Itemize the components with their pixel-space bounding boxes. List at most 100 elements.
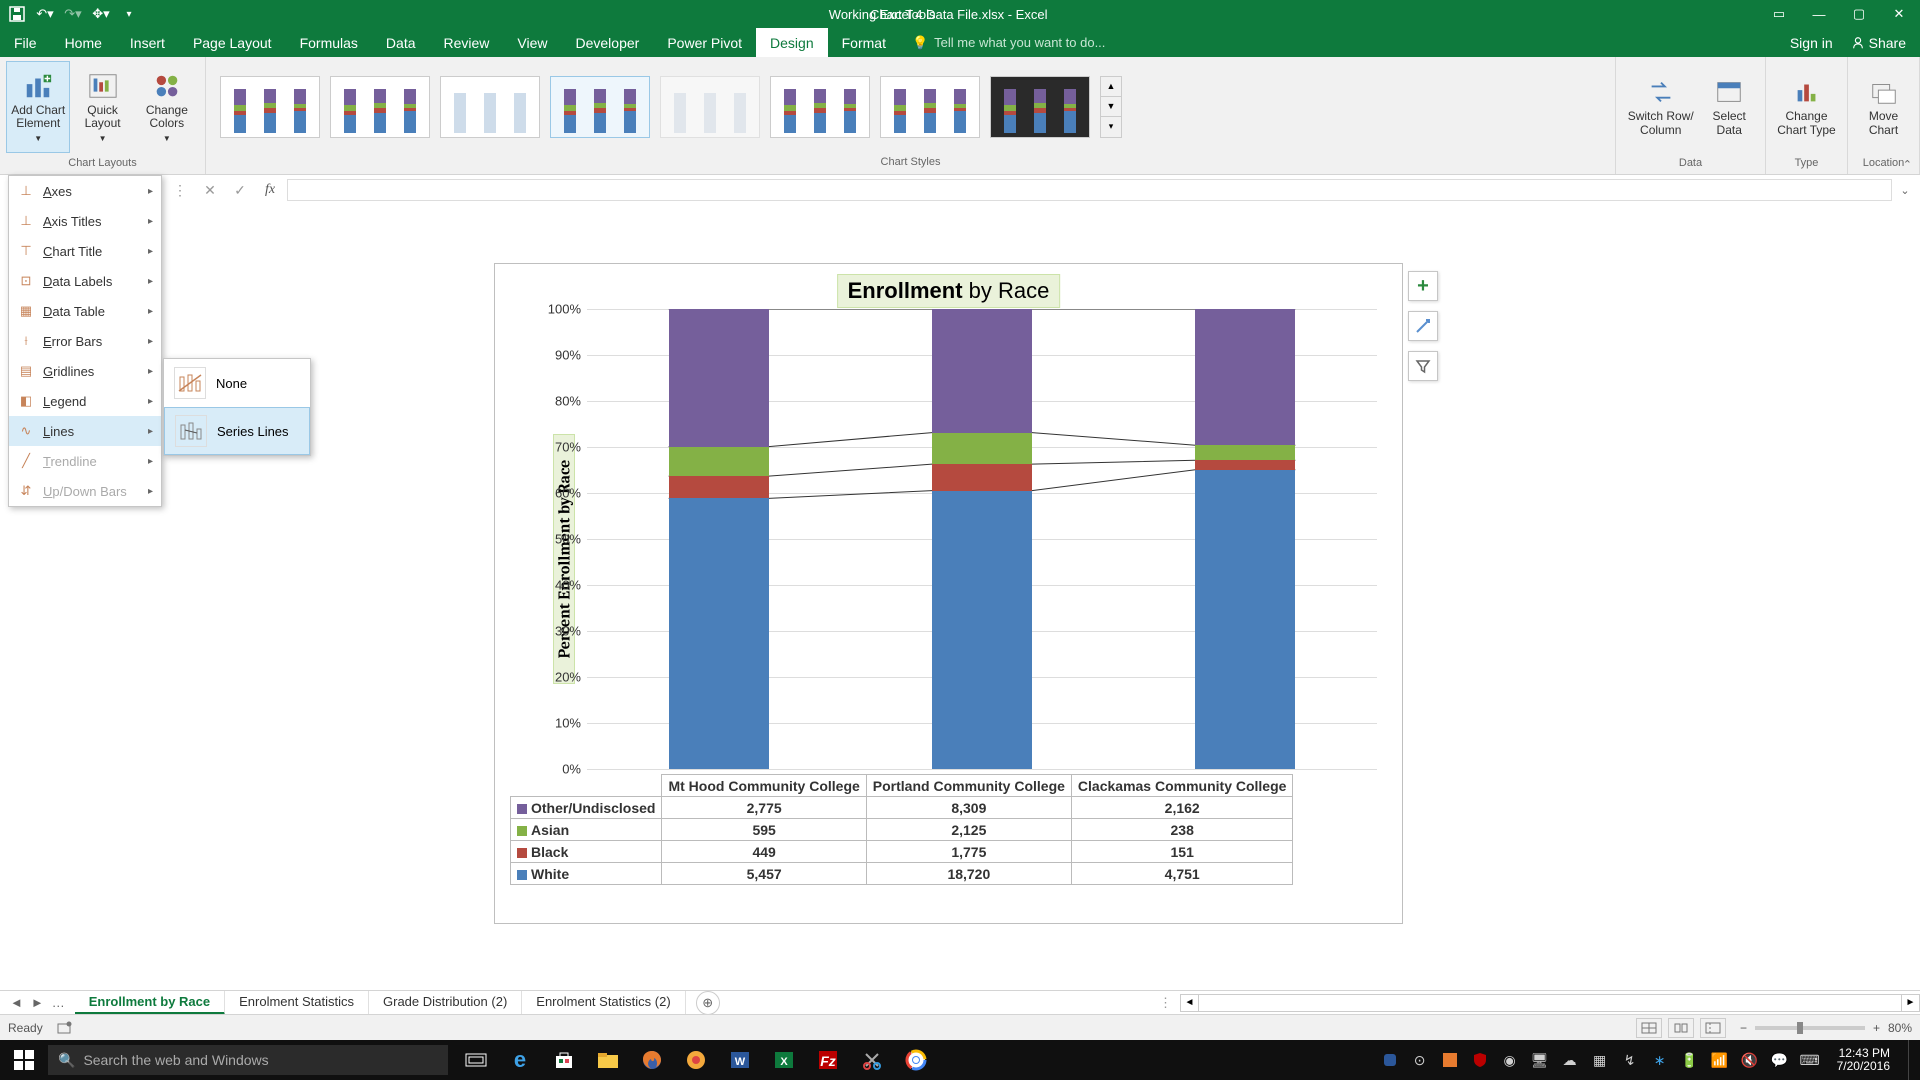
normal-view-button[interactable] [1636, 1018, 1662, 1038]
scroll-right-icon[interactable]: ► [1901, 995, 1919, 1011]
new-sheet-button[interactable]: ⊕ [696, 991, 720, 1015]
tab-power-pivot[interactable]: Power Pivot [653, 28, 756, 57]
scroll-left-icon[interactable]: ◄ [1181, 995, 1199, 1011]
zoom-slider[interactable] [1755, 1026, 1865, 1030]
formula-input[interactable] [287, 179, 1892, 201]
chart-filters-button[interactable] [1408, 351, 1438, 381]
sign-in-link[interactable]: Sign in [1790, 35, 1833, 51]
fx-icon[interactable]: fx [257, 179, 283, 201]
tab-split-handle-icon[interactable]: ⋮ [1151, 995, 1180, 1011]
edge-icon[interactable]: e [500, 1040, 540, 1080]
chart-style-5[interactable] [660, 76, 760, 138]
tray-battery-icon[interactable]: 🔋 [1681, 1051, 1699, 1069]
formula-bar-menu-icon[interactable]: ⋮ [167, 179, 193, 201]
chart-style-6[interactable] [770, 76, 870, 138]
tray-record-icon[interactable]: ◉ [1501, 1051, 1519, 1069]
enter-formula-icon[interactable]: ✓ [227, 179, 253, 201]
tab-formulas[interactable]: Formulas [286, 28, 372, 57]
zoom-level[interactable]: 80% [1888, 1021, 1912, 1035]
tab-review[interactable]: Review [430, 28, 504, 57]
close-icon[interactable]: ✕ [1880, 0, 1918, 28]
segment-otherundisclosed[interactable] [669, 309, 769, 447]
menu-item-error-bars[interactable]: ⟊Error Bars▸ [9, 326, 161, 356]
segment-asian[interactable] [932, 433, 1032, 465]
tray-shield-icon[interactable] [1471, 1051, 1489, 1069]
file-explorer-icon[interactable] [588, 1040, 628, 1080]
segment-white[interactable] [932, 491, 1032, 769]
tray-app1-icon[interactable] [1381, 1051, 1399, 1069]
segment-black[interactable] [1195, 460, 1295, 470]
horizontal-scrollbar[interactable]: ◄► [1180, 994, 1920, 1012]
page-layout-view-button[interactable] [1668, 1018, 1694, 1038]
chart-styles-more[interactable]: ▲▼▾ [1100, 76, 1122, 138]
bar-0[interactable] [669, 309, 769, 769]
tray-app3-icon[interactable] [1441, 1051, 1459, 1069]
menu-item-chart-title[interactable]: ⊤Chart Title▸ [9, 236, 161, 266]
tray-onedrive-icon[interactable]: ☁ [1561, 1051, 1579, 1069]
tab-home[interactable]: Home [51, 28, 116, 57]
menu-item-lines[interactable]: ∿Lines▸ [9, 416, 161, 446]
menu-item-axis-titles[interactable]: ⊥Axis Titles▸ [9, 206, 161, 236]
menu-item-axes[interactable]: ⊥Axes▸ [9, 176, 161, 206]
ribbon-display-options-icon[interactable]: ▭ [1760, 0, 1798, 28]
macro-record-icon[interactable] [57, 1021, 73, 1035]
plot-area[interactable]: 0%10%20%30%40%50%60%70%80%90%100% [587, 309, 1377, 769]
sheet-nav-next-icon[interactable]: ► [31, 995, 44, 1010]
filezilla-icon[interactable]: Fz [808, 1040, 848, 1080]
y-axis-title[interactable]: Percent Enrollment by Race [553, 434, 575, 684]
zoom-in-button[interactable]: + [1873, 1021, 1880, 1035]
segment-white[interactable] [669, 498, 769, 769]
switch-row-column-button[interactable]: Switch Row/ Column [1622, 61, 1699, 153]
minimize-icon[interactable]: — [1800, 0, 1838, 28]
move-chart-button[interactable]: Move Chart [1854, 61, 1913, 153]
change-colors-button[interactable]: Change Colors ▼ [135, 61, 199, 153]
excel-icon[interactable]: X [764, 1040, 804, 1080]
chart-style-7[interactable] [880, 76, 980, 138]
menu-item-gridlines[interactable]: ▤Gridlines▸ [9, 356, 161, 386]
firefox-icon[interactable] [632, 1040, 672, 1080]
tab-file[interactable]: File [0, 28, 51, 57]
undo-icon[interactable]: ↶▾ [34, 3, 56, 25]
chart-elements-button[interactable]: + [1408, 271, 1438, 301]
maximize-icon[interactable]: ▢ [1840, 0, 1878, 28]
page-break-view-button[interactable] [1700, 1018, 1726, 1038]
menu-item-data-labels[interactable]: ⊡Data Labels▸ [9, 266, 161, 296]
tray-keyboard-icon[interactable]: ⌨ [1801, 1051, 1819, 1069]
sheet-tab[interactable]: Enrollment by Race [75, 991, 225, 1015]
tab-insert[interactable]: Insert [116, 28, 179, 57]
chrome-icon[interactable] [896, 1040, 936, 1080]
segment-asian[interactable] [669, 447, 769, 477]
chart-style-3[interactable] [440, 76, 540, 138]
share-button[interactable]: Share [1851, 35, 1906, 51]
sheet-tab[interactable]: Grade Distribution (2) [369, 991, 522, 1015]
cortana-search[interactable]: 🔍Search the web and Windows [48, 1045, 448, 1075]
collapse-ribbon-icon[interactable]: ⌃ [1903, 158, 1912, 171]
quick-layout-button[interactable]: Quick Layout ▼ [70, 61, 134, 153]
segment-white[interactable] [1195, 470, 1295, 769]
sheet-nav-more-icon[interactable]: … [52, 995, 65, 1010]
change-chart-type-button[interactable]: Change Chart Type [1772, 61, 1841, 153]
segment-otherundisclosed[interactable] [1195, 309, 1295, 445]
menu-item-data-table[interactable]: ▦Data Table▸ [9, 296, 161, 326]
menu-item-legend[interactable]: ◧Legend▸ [9, 386, 161, 416]
chart-styles-button[interactable] [1408, 311, 1438, 341]
save-icon[interactable] [6, 3, 28, 25]
zoom-out-button[interactable]: − [1740, 1021, 1747, 1035]
tray-app2-icon[interactable]: ⊙ [1411, 1051, 1429, 1069]
tray-monitor-icon[interactable]: 🖥 [1531, 1051, 1549, 1069]
chart-title[interactable]: Enrollment by Race [837, 274, 1061, 308]
tray-app4-icon[interactable]: ▦ [1591, 1051, 1609, 1069]
add-chart-element-button[interactable]: Add Chart Element ▼ [6, 61, 70, 153]
segment-otherundisclosed[interactable] [932, 309, 1032, 433]
tray-wifi-icon[interactable]: 📶 [1711, 1051, 1729, 1069]
snipping-tool-icon[interactable] [852, 1040, 892, 1080]
tab-data[interactable]: Data [372, 28, 430, 57]
word-icon[interactable]: W [720, 1040, 760, 1080]
tray-volume-icon[interactable]: 🔇 [1741, 1051, 1759, 1069]
tab-developer[interactable]: Developer [562, 28, 654, 57]
segment-black[interactable] [669, 476, 769, 498]
chart-style-2[interactable] [330, 76, 430, 138]
show-desktop-button[interactable] [1908, 1040, 1914, 1080]
bar-2[interactable] [1195, 309, 1295, 769]
tray-app5-icon[interactable]: ↯ [1621, 1051, 1639, 1069]
